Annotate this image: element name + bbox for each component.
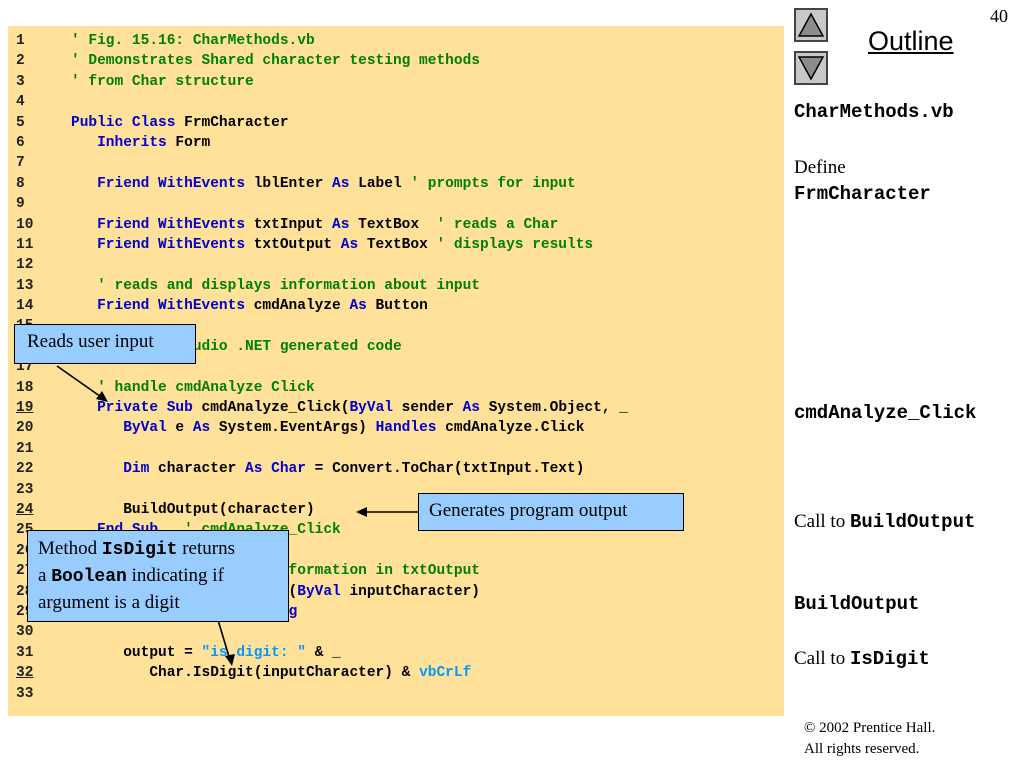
callout-text: Method: [38, 538, 102, 559]
copyright-line: All rights reserved.: [804, 741, 920, 757]
callout-reads-input: Reads user input: [14, 324, 196, 364]
callout-text: indicating if: [126, 565, 224, 586]
callout-code: Boolean: [51, 567, 127, 587]
callout-code: IsDigit: [101, 540, 178, 560]
callout-text: a: [38, 565, 52, 586]
callout-text: returns: [177, 538, 235, 559]
callout-arrows: [56, 365, 418, 666]
copyright-line: © 2002 Prentice Hall.: [804, 720, 936, 736]
callout-isdigit: Method IsDigit returns a Boolean indicat…: [27, 530, 289, 622]
callout-generates-output: Generates program output: [418, 493, 684, 531]
callout-text: argument is a digit: [38, 592, 180, 613]
copyright: © 2002 Prentice Hall. All rights reserve…: [804, 718, 935, 760]
